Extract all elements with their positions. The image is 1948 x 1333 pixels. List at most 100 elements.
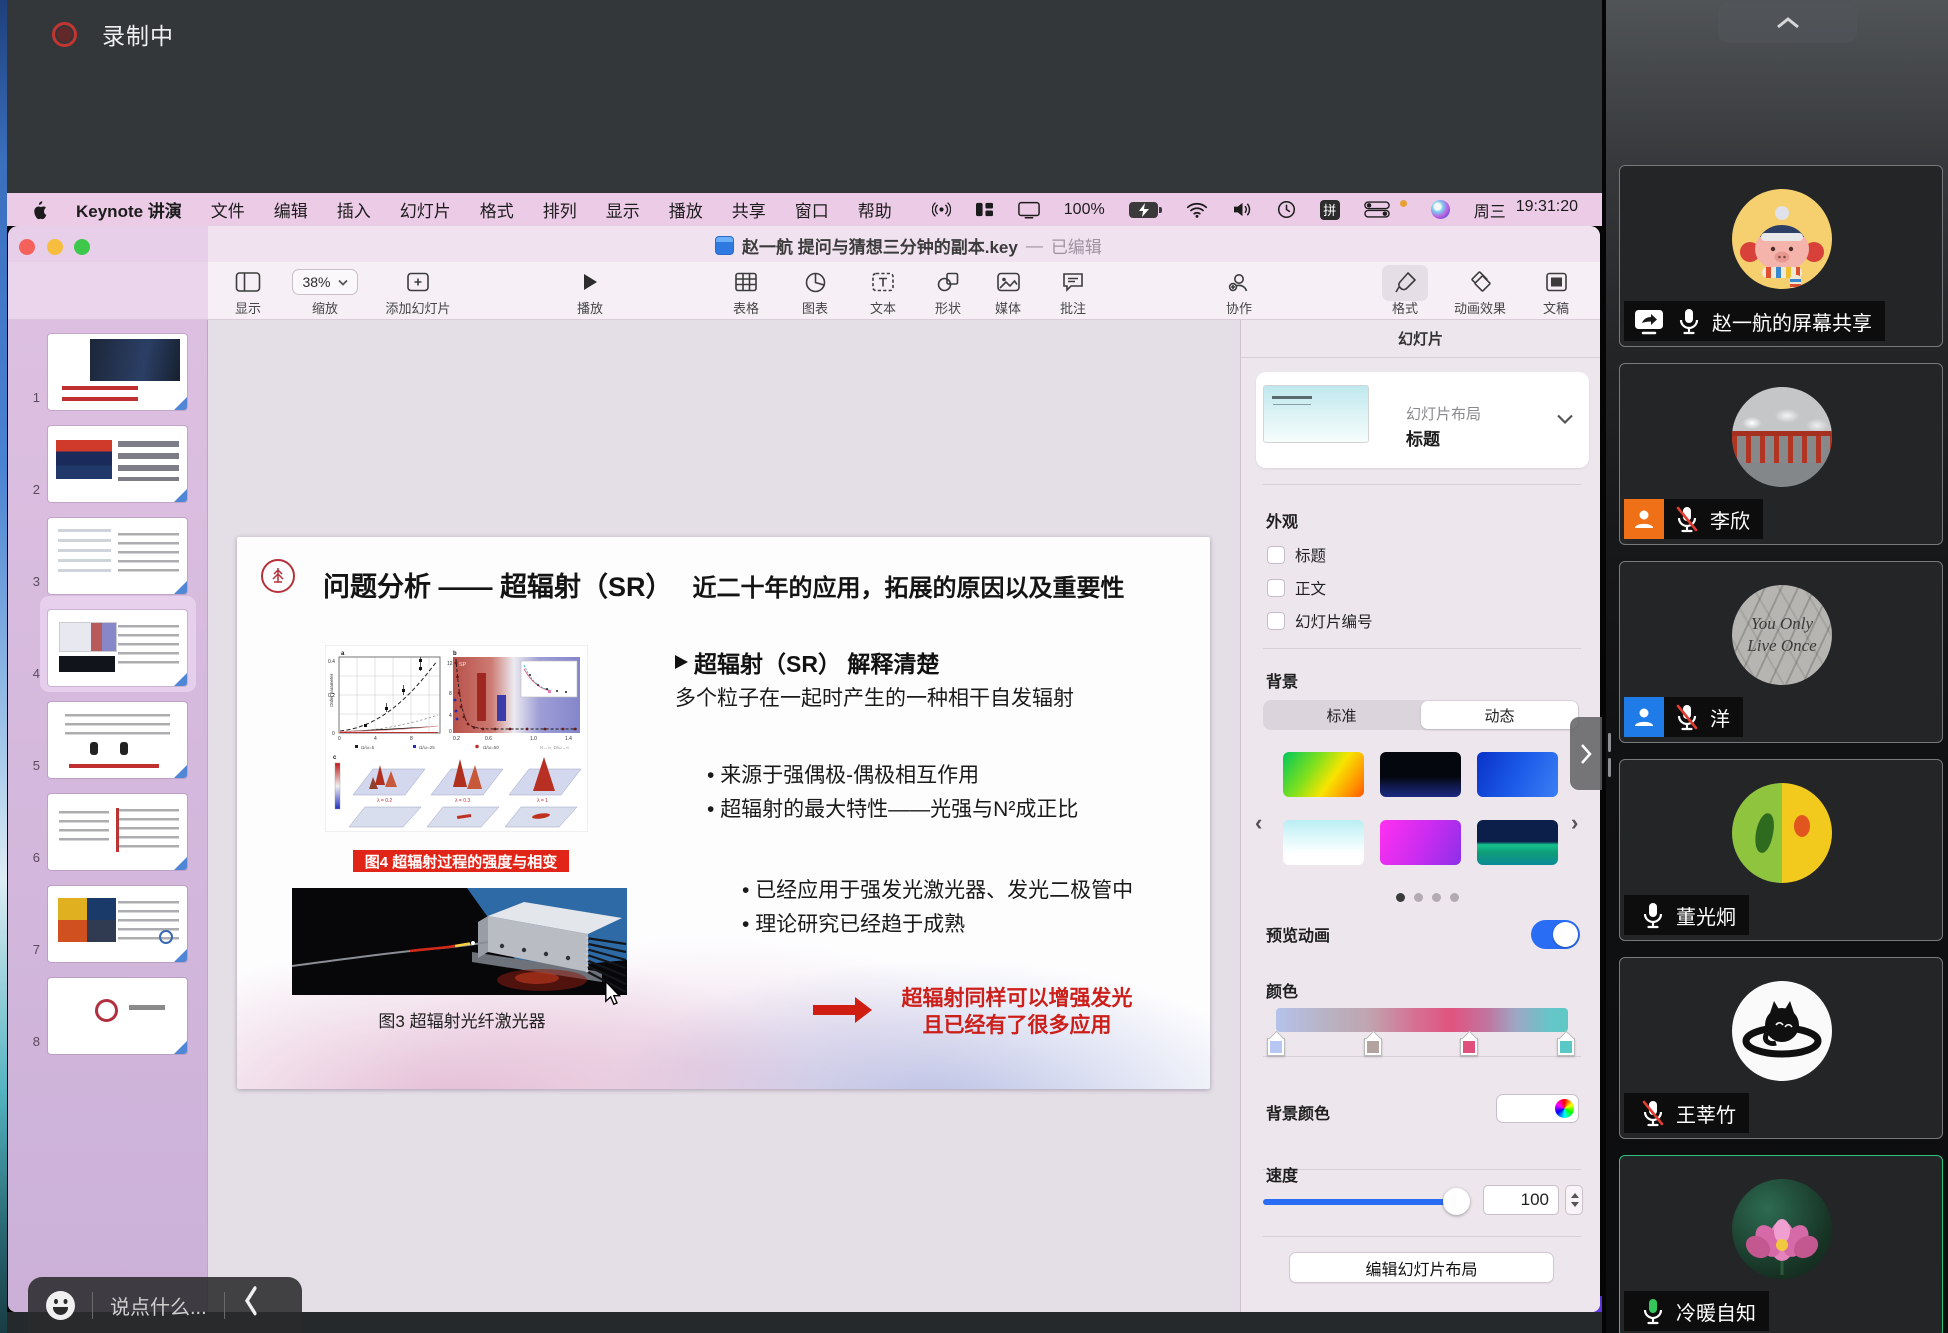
participant-tile-5[interactable]: 王莘竹: [1619, 957, 1943, 1139]
svg-text:0.2: 0.2: [453, 736, 460, 742]
avatar-3: You OnlyLive Once: [1732, 585, 1832, 685]
color-gradient-bar[interactable]: [1276, 1008, 1568, 1032]
background-swatch-5[interactable]: [1380, 820, 1461, 865]
background-section-title: 背景: [1266, 668, 1298, 692]
zoom-button[interactable]: [74, 239, 90, 255]
avatar-5: [1732, 981, 1832, 1081]
display-icon[interactable]: [1018, 201, 1040, 219]
stage-manager-icon[interactable]: [975, 201, 994, 218]
swatch-prev-icon[interactable]: ‹: [1255, 810, 1262, 836]
chat-placeholder[interactable]: 说点什么...: [110, 1291, 207, 1320]
gradient-stop-1[interactable]: [1267, 1038, 1285, 1056]
menu-insert[interactable]: 插入: [337, 197, 371, 222]
document-icon: [715, 236, 734, 255]
menu-edit[interactable]: 编辑: [274, 197, 308, 222]
apple-logo-icon[interactable]: [31, 200, 48, 220]
checkbox-slide-number[interactable]: 幻灯片编号: [1267, 610, 1373, 632]
menu-play[interactable]: 播放: [669, 197, 703, 222]
volume-icon[interactable]: [1232, 201, 1253, 218]
toolbar-comment-button[interactable]: 批注: [1018, 267, 1128, 317]
toolbar-collaborate-button[interactable]: 协作: [1184, 267, 1294, 317]
slide-navigator: 1 2 3 4 5 6 7 8: [8, 320, 208, 1312]
participant-tile-4[interactable]: 董光炯: [1619, 759, 1943, 941]
menu-help[interactable]: 帮助: [858, 197, 892, 222]
menu-view[interactable]: 显示: [606, 197, 640, 222]
svg-text:N→∞, Ω/ω→∞: N→∞, Ω/ω→∞: [540, 745, 569, 750]
panel-drag-handle-2[interactable]: [1608, 758, 1611, 777]
minimize-button[interactable]: [47, 239, 63, 255]
tab-dynamic[interactable]: 动态: [1421, 701, 1578, 729]
participant-tile-2[interactable]: 李欣: [1619, 363, 1943, 545]
slide-thumbnail-1[interactable]: [48, 334, 187, 410]
chat-input-bar[interactable]: 说点什么...: [28, 1277, 302, 1333]
slide-thumbnail-8[interactable]: [48, 978, 187, 1054]
slide-thumbnail-6[interactable]: [48, 794, 187, 870]
participant-tile-3[interactable]: You OnlyLive Once 洋: [1619, 561, 1943, 743]
swatch-next-icon[interactable]: ›: [1571, 810, 1578, 836]
page-dot-3[interactable]: [1432, 893, 1441, 902]
emoji-icon[interactable]: [46, 1291, 75, 1320]
slide-thumbnail-4[interactable]: [48, 610, 187, 686]
svg-text:λ = 0.3: λ = 0.3: [455, 798, 470, 804]
siri-icon[interactable]: [1431, 200, 1450, 219]
gradient-stop-4[interactable]: [1557, 1038, 1575, 1056]
background-swatch-1[interactable]: [1283, 752, 1364, 797]
svg-text:Order parameter: Order parameter: [329, 673, 334, 707]
menu-share[interactable]: 共享: [732, 197, 766, 222]
panel-collapse-tab[interactable]: [1570, 717, 1602, 790]
background-swatch-6[interactable]: [1477, 820, 1558, 865]
time-machine-icon[interactable]: [1277, 200, 1296, 219]
input-source-icon[interactable]: 拼: [1320, 200, 1340, 220]
background-swatch-4[interactable]: [1283, 820, 1364, 865]
toolbar-play-button[interactable]: 播放: [535, 267, 645, 317]
toolbar-add-slide-button[interactable]: 添加幻灯片: [363, 267, 473, 317]
background-swatch-2[interactable]: [1380, 752, 1461, 797]
menu-app-name[interactable]: Keynote 讲演: [76, 197, 182, 222]
current-slide[interactable]: 问题分析 —— 超辐射（SR） 近二十年的应用，拓展的原因以及重要性: [237, 537, 1210, 1089]
background-swatch-3[interactable]: [1477, 752, 1558, 797]
background-tabs: 标准 动态: [1263, 700, 1579, 730]
add-slide-icon: [406, 271, 430, 293]
preview-animation-toggle[interactable]: [1531, 920, 1580, 949]
close-button[interactable]: [19, 239, 35, 255]
participant-name: 王莘竹: [1676, 1099, 1736, 1128]
panel-drag-handle[interactable]: [1608, 733, 1611, 752]
slide-thumbnail-7[interactable]: [48, 886, 187, 962]
page-dot-2[interactable]: [1414, 893, 1423, 902]
page-dot-4[interactable]: [1450, 893, 1459, 902]
speed-value-field[interactable]: 100: [1483, 1185, 1559, 1215]
speed-slider[interactable]: [1263, 1199, 1469, 1205]
menu-arrange[interactable]: 排列: [543, 197, 577, 222]
edit-slide-layout-button[interactable]: 编辑幻灯片布局: [1289, 1252, 1554, 1283]
slide-thumbnail-5[interactable]: [48, 702, 187, 778]
speed-slider-knob[interactable]: [1443, 1188, 1470, 1215]
toolbar-document-button[interactable]: 文稿: [1501, 267, 1600, 317]
chevron-down-icon[interactable]: [1556, 413, 1574, 425]
menu-file[interactable]: 文件: [211, 197, 245, 222]
wifi-icon[interactable]: [1186, 202, 1208, 218]
control-center-icon[interactable]: [1364, 201, 1390, 218]
tab-standard[interactable]: 标准: [1263, 700, 1420, 730]
slide-thumbnail-2[interactable]: [48, 426, 187, 502]
chat-collapse-icon[interactable]: [244, 1285, 257, 1324]
background-color-well[interactable]: [1496, 1094, 1579, 1123]
window-toolbar: 显示 38% 缩放 添加幻灯片 播放 表格 图表: [8, 262, 1600, 320]
participant-tile-6[interactable]: 冷暖自知: [1619, 1155, 1943, 1333]
gradient-stop-2[interactable]: [1364, 1038, 1382, 1056]
gradient-stop-3[interactable]: [1460, 1038, 1478, 1056]
text-icon: [871, 271, 895, 293]
airplay-audio-icon[interactable]: [932, 200, 951, 219]
slide-thumbnail-3[interactable]: [48, 518, 187, 594]
checkbox-title[interactable]: 标题: [1267, 544, 1326, 566]
page-dot-1[interactable]: [1396, 893, 1405, 902]
panel-collapse-button[interactable]: [1718, 3, 1857, 43]
menu-format[interactable]: 格式: [480, 197, 514, 222]
speed-stepper[interactable]: [1565, 1185, 1583, 1215]
screen-share-icon: [1632, 308, 1666, 335]
menu-window[interactable]: 窗口: [795, 197, 829, 222]
chart-icon: [804, 271, 827, 294]
checkbox-body[interactable]: 正文: [1267, 577, 1326, 599]
participant-tile-1[interactable]: 赵一航的屏幕共享: [1619, 165, 1943, 347]
participant-name: 董光炯: [1676, 901, 1736, 930]
menu-slide[interactable]: 幻灯片: [400, 197, 451, 222]
